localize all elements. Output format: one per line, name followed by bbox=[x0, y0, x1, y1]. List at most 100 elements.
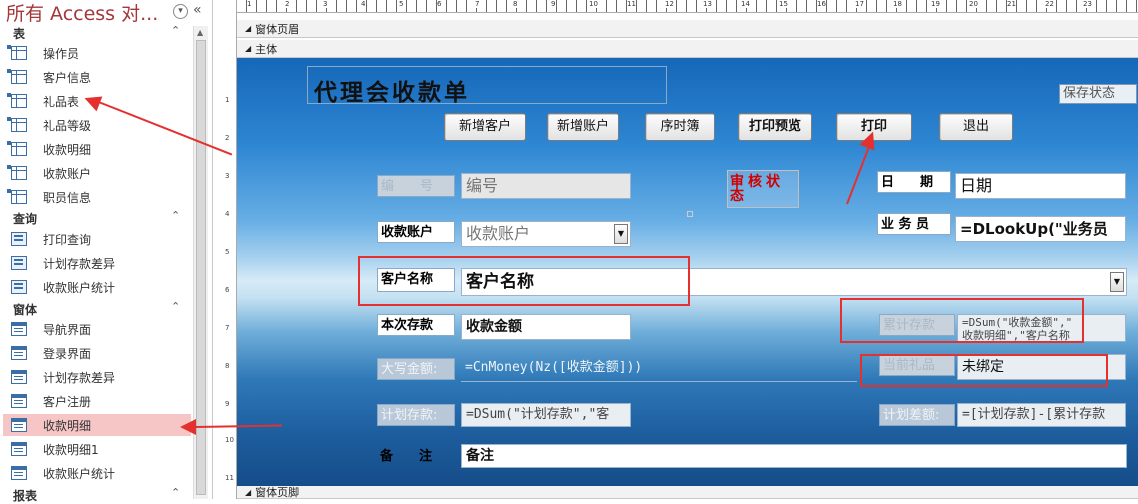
chevron-up-icon[interactable]: ⌃ bbox=[171, 24, 180, 37]
chevron-up-icon[interactable]: ⌃ bbox=[171, 300, 180, 313]
ruler-number: 7 bbox=[475, 0, 480, 8]
number-label: 编 号 bbox=[377, 175, 455, 197]
item-label: 计划存款差异 bbox=[43, 256, 116, 271]
amount-label: 本次存款 bbox=[377, 314, 455, 336]
section-label: 窗体页脚 bbox=[255, 486, 300, 499]
form-icon bbox=[11, 466, 27, 480]
group-tables[interactable]: 表 ⌃ bbox=[0, 24, 193, 42]
nav-item-form-plan-diff[interactable]: 计划存款差异 bbox=[3, 366, 191, 388]
date-field[interactable]: 日期 bbox=[955, 173, 1126, 199]
table-icon bbox=[7, 45, 27, 60]
item-label: 客户注册 bbox=[43, 394, 92, 409]
chevron-down-icon[interactable]: ▾ bbox=[173, 4, 188, 19]
query-icon bbox=[11, 256, 27, 270]
table-icon bbox=[7, 69, 27, 84]
nav-item-table-staff-info[interactable]: 职员信息 bbox=[3, 186, 191, 208]
add-account-button[interactable]: 新增账户 bbox=[547, 113, 619, 141]
date-label: 日 期 bbox=[877, 171, 951, 193]
number-field[interactable]: 编号 bbox=[461, 173, 631, 199]
chevron-down-icon[interactable]: ▼ bbox=[1110, 272, 1124, 292]
ruler-number: 6 bbox=[437, 0, 442, 8]
group-reports[interactable]: 报表 ⌃ bbox=[0, 486, 193, 504]
group-forms[interactable]: 窗体 ⌃ bbox=[0, 300, 193, 318]
table-icon bbox=[7, 189, 27, 204]
exit-button[interactable]: 退出 bbox=[939, 113, 1013, 141]
item-label: 职员信息 bbox=[43, 190, 92, 205]
item-label: 礼品等级 bbox=[43, 118, 92, 133]
uppercase-amount-label: 大写金额: bbox=[377, 358, 455, 380]
scroll-up-icon[interactable]: ▲ bbox=[197, 28, 203, 37]
ruler-number: 6 bbox=[225, 286, 230, 294]
chevron-up-icon[interactable]: ⌃ bbox=[171, 209, 180, 222]
audit-status-label[interactable]: 审核状态 bbox=[727, 170, 799, 208]
salesperson-field[interactable]: =DLookUp("业务员 bbox=[955, 216, 1126, 242]
form-icon bbox=[11, 346, 27, 360]
nav-item-table-operator[interactable]: 操作员 bbox=[3, 42, 191, 64]
sequence-book-button[interactable]: 序时簿 bbox=[645, 113, 715, 141]
title-label-box[interactable]: 代理会收款单 bbox=[307, 66, 667, 106]
item-label: 登录界面 bbox=[43, 346, 92, 361]
group-label: 窗体 bbox=[13, 303, 38, 317]
section-bar-form-footer[interactable]: ◢ 窗体页脚 bbox=[237, 486, 1138, 499]
planned-deposit-label: 计划存款: bbox=[377, 404, 455, 426]
uppercase-amount-field[interactable]: =CnMoney(Nz([收款金额])) bbox=[461, 356, 857, 382]
ruler-number: 1 bbox=[225, 96, 230, 104]
section-bar-form-header[interactable]: ◢ 窗体页眉 bbox=[237, 20, 1138, 38]
plan-diff-label: 计划差额: bbox=[879, 404, 955, 426]
amount-field[interactable]: 收款金额 bbox=[461, 314, 631, 340]
nav-item-form-account-stats[interactable]: 收款账户统计 bbox=[3, 462, 191, 484]
item-label: 收款账户统计 bbox=[43, 466, 116, 481]
arrow-head-icon bbox=[180, 419, 196, 435]
ruler-number: 3 bbox=[225, 172, 230, 180]
ruler-number: 8 bbox=[513, 0, 518, 8]
ruler-number: 2 bbox=[225, 134, 230, 142]
section-label: 主体 bbox=[255, 42, 278, 56]
nav-item-table-customer-info[interactable]: 客户信息 bbox=[3, 66, 191, 88]
item-label: 打印查询 bbox=[43, 232, 92, 247]
nav-item-query-plan-diff[interactable]: 计划存款差异 bbox=[3, 252, 191, 274]
nav-item-table-receipt-detail[interactable]: 收款明细 bbox=[3, 138, 191, 160]
plan-diff-field[interactable]: =[计划存款]-[累计存款 bbox=[957, 403, 1126, 427]
ruler-number: 10 bbox=[225, 436, 234, 444]
nav-item-table-receipt-account[interactable]: 收款账户 bbox=[3, 162, 191, 184]
nav-item-query-print[interactable]: 打印查询 bbox=[3, 228, 191, 250]
collapse-pane-icon[interactable]: « bbox=[193, 2, 202, 18]
query-icon bbox=[11, 232, 27, 246]
print-preview-button[interactable]: 打印预览 bbox=[738, 113, 812, 141]
group-label: 表 bbox=[13, 27, 26, 41]
ruler-number: 21 bbox=[1007, 0, 1016, 8]
nav-title[interactable]: 所有 Access 对... bbox=[6, 0, 158, 26]
nav-item-query-account-stats[interactable]: 收款账户统计 bbox=[3, 276, 191, 298]
nav-item-table-gift-level[interactable]: 礼品等级 bbox=[3, 114, 191, 136]
account-combo[interactable]: 收款账户 ▼ bbox=[461, 221, 631, 247]
salesperson-label: 业 务 员 bbox=[877, 213, 951, 235]
section-bar-detail[interactable]: ◢ 主体 bbox=[237, 40, 1138, 58]
form-icon bbox=[11, 322, 27, 336]
ruler-number: 11 bbox=[225, 474, 234, 482]
section-arrow-icon: ◢ bbox=[245, 44, 252, 53]
save-status-field[interactable]: 保存状态 bbox=[1059, 84, 1137, 104]
section-label: 窗体页眉 bbox=[255, 22, 300, 36]
nav-item-form-login[interactable]: 登录界面 bbox=[3, 342, 191, 364]
ruler-number: 13 bbox=[703, 0, 712, 8]
ruler-number: 5 bbox=[399, 0, 404, 8]
remark-field[interactable]: 备注 bbox=[461, 444, 1127, 468]
group-queries[interactable]: 查询 ⌃ bbox=[0, 209, 193, 227]
ruler-number: 4 bbox=[225, 210, 230, 218]
planned-deposit-field[interactable]: =DSum("计划存款","客 bbox=[461, 403, 631, 427]
chevron-down-icon[interactable]: ▼ bbox=[614, 224, 628, 244]
nav-item-form-navigation[interactable]: 导航界面 bbox=[3, 318, 191, 340]
nav-item-form-receipt-detail-1[interactable]: 收款明细1 bbox=[3, 438, 191, 460]
ruler-number: 2 bbox=[285, 0, 290, 8]
nav-item-form-customer-register[interactable]: 客户注册 bbox=[3, 390, 191, 412]
ruler-number: 20 bbox=[969, 0, 978, 8]
nav-item-form-receipt-detail[interactable]: 收款明细 bbox=[3, 414, 191, 436]
ruler-number: 23 bbox=[1083, 0, 1092, 8]
ruler-number: 10 bbox=[589, 0, 598, 8]
ruler-number: 9 bbox=[551, 0, 556, 8]
add-customer-button[interactable]: 新增客户 bbox=[444, 113, 526, 141]
chevron-up-icon[interactable]: ⌃ bbox=[171, 486, 180, 499]
ruler-number: 14 bbox=[741, 0, 750, 8]
group-label: 查询 bbox=[13, 212, 38, 226]
ruler-number: 1 bbox=[247, 0, 252, 8]
